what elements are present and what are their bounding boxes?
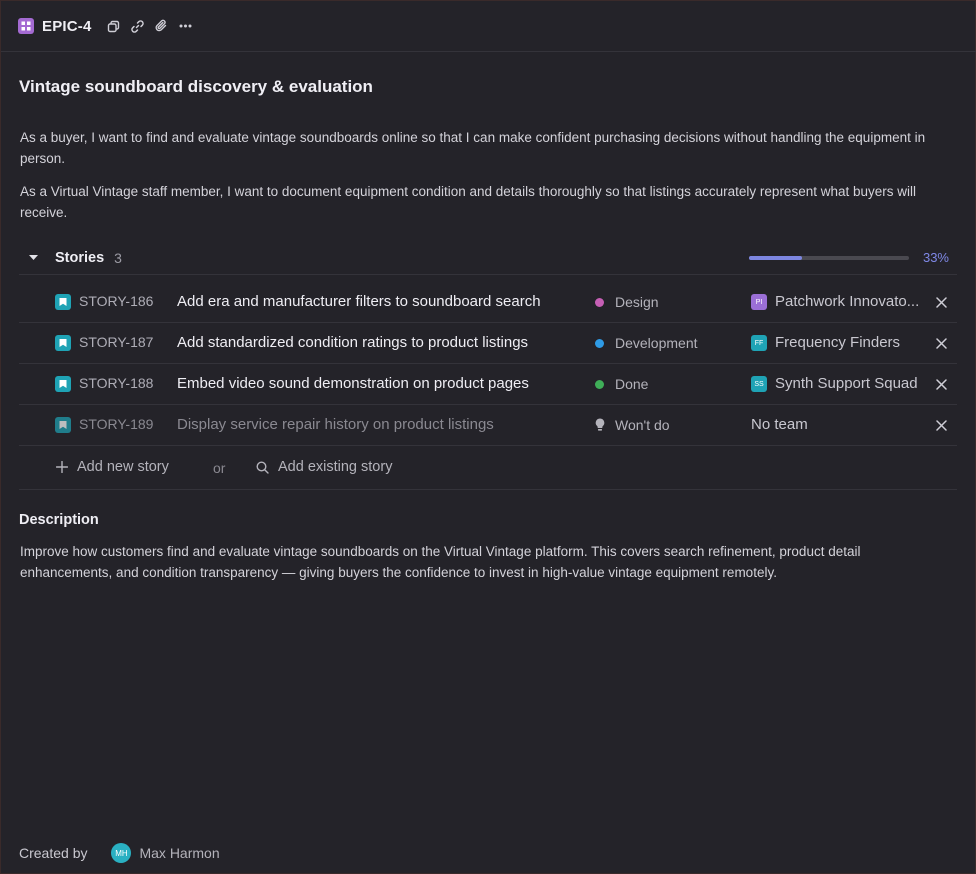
team-label[interactable]: Patchwork Innovato... — [775, 293, 930, 310]
story-row[interactable]: STORY-188 Embed video sound demonstratio… — [19, 364, 957, 405]
stories-label: Stories — [55, 249, 105, 266]
team-badge: FF — [751, 335, 767, 351]
add-new-story-label: Add new story — [77, 459, 169, 475]
progress-fill — [749, 256, 802, 260]
status-label[interactable]: Development — [615, 335, 698, 351]
summary-paragraph: As a buyer, I want to find and evaluate … — [20, 130, 926, 166]
team-label[interactable]: Frequency Finders — [775, 334, 930, 351]
remove-story-button[interactable] — [933, 417, 949, 433]
story-title[interactable]: Embed video sound demonstration on produ… — [177, 375, 529, 392]
status-label[interactable]: Won't do — [615, 417, 670, 433]
add-new-story-button[interactable]: Add new story — [56, 459, 169, 475]
story-key[interactable]: STORY-186 — [79, 293, 153, 309]
story-icon — [55, 294, 71, 310]
story-row[interactable]: STORY-186 Add era and manufacturer filte… — [19, 282, 957, 323]
more-icon[interactable] — [178, 18, 194, 34]
remove-story-button[interactable] — [933, 376, 949, 392]
summary-paragraph: As a Virtual Vintage staff member, I wan… — [20, 184, 916, 220]
team-badge: SS — [751, 376, 767, 392]
or-separator: or — [213, 460, 226, 476]
story-title[interactable]: Add standardized condition ratings to pr… — [177, 334, 528, 351]
epic-key[interactable]: EPIC-4 — [42, 18, 92, 35]
stories-count: 3 — [114, 249, 122, 266]
story-title[interactable]: Display service repair history on produc… — [177, 416, 494, 433]
creator-name[interactable]: Max Harmon — [139, 845, 219, 861]
progress-percent: 33% — [922, 250, 949, 265]
status-dot — [595, 380, 604, 389]
story-key[interactable]: STORY-187 — [79, 334, 153, 350]
description-text[interactable]: Improve how customers find and evaluate … — [20, 541, 955, 583]
status-dot — [595, 339, 604, 348]
epic-title[interactable]: Vintage soundboard discovery & evaluatio… — [19, 77, 373, 97]
status-label[interactable]: Design — [615, 294, 659, 310]
remove-story-button[interactable] — [933, 335, 949, 351]
status-dot — [595, 298, 604, 307]
collapse-caret-icon[interactable] — [29, 254, 41, 261]
add-story-row: Add new story or Add existing story — [19, 446, 957, 490]
copy-icon[interactable] — [106, 18, 122, 34]
story-icon — [55, 376, 71, 392]
plus-icon — [56, 461, 68, 473]
status-label[interactable]: Done — [615, 376, 648, 392]
stories-header: Stories 3 33% — [19, 241, 957, 275]
team-badge: PI — [751, 294, 767, 310]
search-icon — [256, 460, 269, 474]
add-existing-story-label: Add existing story — [278, 459, 393, 475]
avatar: MH — [111, 843, 132, 863]
lightbulb-icon — [595, 418, 605, 437]
footer: Created by MH Max Harmon — [19, 843, 220, 863]
description-heading: Description — [19, 512, 99, 528]
team-label[interactable]: Synth Support Squad — [775, 375, 930, 392]
story-title[interactable]: Add era and manufacturer filters to soun… — [177, 293, 541, 310]
epic-icon — [18, 18, 34, 34]
story-key[interactable]: STORY-189 — [79, 416, 153, 432]
link-icon[interactable] — [130, 18, 146, 34]
story-key[interactable]: STORY-188 — [79, 375, 153, 391]
attachment-icon[interactable] — [154, 18, 170, 34]
remove-story-button[interactable] — [933, 294, 949, 310]
story-row[interactable]: STORY-189 Display service repair history… — [19, 405, 957, 446]
team-label[interactable]: No team — [751, 416, 906, 433]
story-row[interactable]: STORY-187 Add standardized condition rat… — [19, 323, 957, 364]
stories-progress-bar — [749, 256, 909, 260]
created-by-label: Created by — [19, 845, 88, 861]
add-existing-story-button[interactable]: Add existing story — [256, 459, 392, 475]
epic-header: EPIC-4 — [1, 1, 976, 52]
story-icon — [55, 335, 71, 351]
story-icon — [55, 417, 71, 433]
